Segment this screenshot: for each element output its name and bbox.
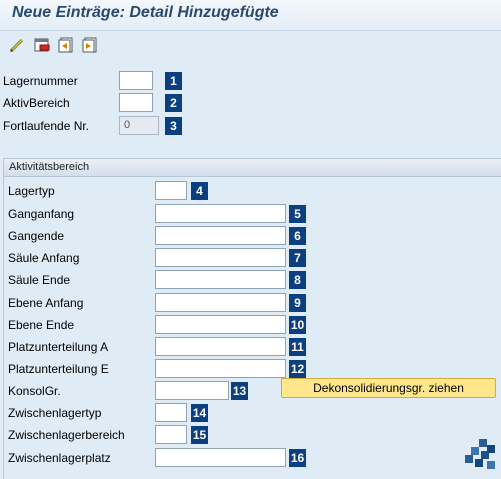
badge-4: 4 — [191, 182, 208, 200]
label-aktivbereich: AktivBereich — [3, 96, 70, 110]
label-platzunterteilung-a: Platzunterteilung A — [8, 340, 109, 354]
badge-8: 8 — [289, 271, 306, 289]
label-zwischenlagerplatz: Zwischenlagerplatz — [8, 451, 111, 465]
dekonsolidierungsgr-ziehen-button[interactable]: Dekonsolidierungsgr. ziehen — [281, 378, 496, 398]
next-entry-icon[interactable] — [81, 36, 99, 54]
badge-5: 5 — [289, 205, 306, 223]
label-zwischenlagertyp: Zwischenlagertyp — [8, 406, 102, 420]
gangende-input[interactable] — [155, 226, 286, 245]
badge-7: 7 — [289, 249, 306, 267]
badge-15: 15 — [191, 426, 208, 444]
edit-pen-icon[interactable] — [8, 36, 26, 54]
saeule-ende-input[interactable] — [155, 270, 286, 289]
toolbar — [0, 31, 501, 59]
platzunterteilung-a-input[interactable] — [155, 337, 286, 356]
label-konsolgr: KonsolGr. — [8, 384, 61, 398]
badge-6: 6 — [289, 227, 306, 245]
aktivbereich-input[interactable] — [119, 93, 153, 112]
label-ebene-ende: Ebene Ende — [8, 318, 75, 332]
zwischenlagerplatz-input[interactable] — [155, 448, 286, 467]
label-lagernummer: Lagernummer — [3, 74, 78, 88]
label-saeule-anfang: Säule Anfang — [8, 251, 80, 265]
label-fortlaufende-nr: Fortlaufende Nr. — [3, 119, 90, 133]
group-title: Aktivitätsbereich — [9, 161, 90, 173]
platzunterteilung-e-input[interactable] — [155, 359, 286, 378]
ebene-anfang-input[interactable] — [155, 293, 286, 312]
fortlaufende-nr-field: 0 — [119, 116, 159, 135]
badge-12: 12 — [289, 360, 306, 378]
zwischenlagerbereich-input[interactable] — [155, 425, 187, 444]
label-platzunterteilung-e: Platzunterteilung E — [8, 362, 109, 376]
label-ebene-anfang: Ebene Anfang — [8, 296, 84, 310]
saeule-anfang-input[interactable] — [155, 248, 286, 267]
label-gangende: Gangende — [8, 229, 65, 243]
badge-11: 11 — [289, 338, 306, 356]
previous-entry-icon[interactable] — [57, 36, 75, 54]
group-header: Aktivitätsbereich — [4, 159, 501, 177]
sap-logo-icon — [463, 437, 497, 471]
delete-icon[interactable] — [33, 36, 51, 54]
title-bar: Neue Einträge: Detail Hinzugefügte — [0, 0, 501, 31]
badge-1: 1 — [165, 72, 182, 90]
badge-10: 10 — [289, 316, 306, 334]
badge-14: 14 — [191, 404, 208, 422]
badge-9: 9 — [289, 294, 306, 312]
lagernummer-input[interactable] — [119, 71, 153, 90]
label-zwischenlagerbereich: Zwischenlagerbereich — [8, 428, 125, 442]
window-title: Neue Einträge: Detail Hinzugefügte — [12, 4, 279, 21]
konsolgr-input[interactable] — [155, 381, 229, 400]
badge-3: 3 — [165, 117, 182, 135]
ebene-ende-input[interactable] — [155, 315, 286, 334]
badge-13: 13 — [231, 382, 248, 400]
lagertyp-input[interactable] — [155, 181, 187, 200]
zwischenlagertyp-input[interactable] — [155, 403, 187, 422]
badge-16: 16 — [289, 449, 306, 467]
badge-2: 2 — [165, 94, 182, 112]
label-ganganfang: Ganganfang — [8, 207, 75, 221]
ganganfang-input[interactable] — [155, 204, 286, 223]
label-saeule-ende: Säule Ende — [8, 273, 71, 287]
label-lagertyp: Lagertyp — [8, 184, 55, 198]
